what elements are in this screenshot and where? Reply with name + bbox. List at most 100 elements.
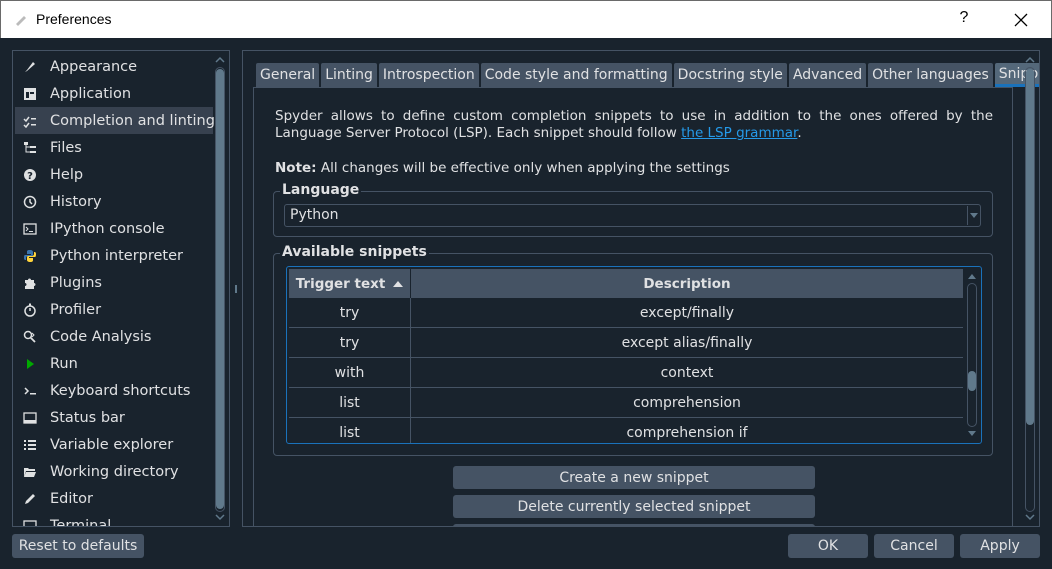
tab-docstring-style[interactable]: Docstring style: [673, 63, 787, 87]
sidebar-item-label: Python interpreter: [50, 247, 183, 264]
status-bar-icon: [23, 411, 37, 425]
scroll-down-icon[interactable]: [215, 513, 225, 521]
tab-introspection[interactable]: Introspection: [378, 63, 479, 87]
sidebar-item-files[interactable]: Files: [15, 134, 213, 161]
tab-other-languages[interactable]: Other languages: [868, 63, 993, 87]
preferences-page: General Linting Introspection Code style…: [242, 50, 1040, 527]
table-row[interactable]: with context: [289, 358, 963, 388]
scroll-thumb[interactable]: [216, 69, 224, 509]
sidebar-item-label: Profiler: [50, 301, 102, 318]
sidebar-item-application[interactable]: Application: [15, 80, 213, 107]
cancel-button[interactable]: Cancel: [874, 534, 954, 558]
scroll-down-icon[interactable]: [1025, 513, 1035, 521]
window-grid-icon: [23, 87, 37, 101]
language-select[interactable]: Python: [284, 204, 981, 227]
sidebar-item-label: Keyboard shortcuts: [50, 382, 191, 399]
column-header-description[interactable]: Description: [411, 269, 963, 298]
scroll-thumb[interactable]: [968, 371, 976, 391]
sidebar-item-label: Files: [50, 139, 82, 156]
apply-button[interactable]: Apply: [960, 534, 1040, 558]
sidebar-item-plugins[interactable]: Plugins: [15, 269, 213, 296]
table-row[interactable]: list comprehension: [289, 388, 963, 418]
sidebar-item-variable-explorer[interactable]: Variable explorer: [15, 431, 213, 458]
sidebar-item-profiler[interactable]: Profiler: [15, 296, 213, 323]
puzzle-icon: [23, 276, 37, 290]
table-scrollbar[interactable]: [965, 269, 979, 441]
sidebar-item-python-interpreter[interactable]: Python interpreter: [15, 242, 213, 269]
scroll-thumb[interactable]: [1026, 69, 1034, 425]
sidebar-item-code-analysis[interactable]: Code Analysis: [15, 323, 213, 350]
tab-linting[interactable]: Linting: [321, 63, 377, 87]
description-cell[interactable]: except/finally: [411, 298, 963, 327]
scroll-up-icon[interactable]: [967, 272, 977, 280]
tab-code-style-and-formatting[interactable]: Code style and formatting: [480, 63, 672, 87]
close-button[interactable]: [1001, 5, 1041, 35]
paintbrush-icon: [23, 60, 37, 74]
scroll-down-icon[interactable]: [967, 430, 977, 438]
sidebar-item-status-bar[interactable]: Status bar: [15, 404, 213, 431]
sidebar-scrollbar[interactable]: [213, 53, 227, 524]
description-cell[interactable]: context: [411, 358, 963, 387]
history-icon: [23, 195, 37, 209]
sidebar-item-history[interactable]: History: [15, 188, 213, 215]
description-cell[interactable]: comprehension if: [411, 418, 963, 443]
delete-snippet-button[interactable]: Delete currently selected snippet: [453, 495, 815, 518]
sidebar-item-run[interactable]: Run: [15, 350, 213, 377]
sidebar-item-label: Editor: [50, 490, 93, 507]
snippets-group-title: Available snippets: [280, 244, 429, 260]
trigger-cell[interactable]: try: [289, 298, 411, 327]
trigger-cell[interactable]: try: [289, 328, 411, 357]
sidebar-item-working-directory[interactable]: Working directory: [15, 458, 213, 485]
sidebar-item-label: Completion and linting: [50, 112, 215, 129]
sidebar-item-label: Status bar: [50, 409, 125, 426]
sidebar-item-ipython-console[interactable]: IPython console: [15, 215, 213, 242]
tab-advanced[interactable]: Advanced: [788, 63, 867, 87]
trigger-cell[interactable]: list: [289, 388, 411, 417]
folder-open-icon: [23, 465, 37, 479]
table-header: Trigger text Description: [289, 269, 963, 298]
python-logo-icon: [23, 249, 37, 263]
page-scrollbar[interactable]: [1023, 53, 1037, 524]
table-body: try except/finally try except alias/fina…: [289, 298, 963, 443]
sidebar-item-appearance[interactable]: Appearance: [15, 53, 213, 80]
sidebar-item-label: Variable explorer: [50, 436, 174, 453]
ok-button[interactable]: OK: [788, 534, 868, 558]
search-code-icon: [23, 330, 37, 344]
snippets-table[interactable]: Trigger text Description try except/fina…: [286, 266, 982, 444]
column-header-trigger-text[interactable]: Trigger text: [289, 269, 411, 298]
table-row[interactable]: try except alias/finally: [289, 328, 963, 358]
sidebar-item-editor[interactable]: Editor: [15, 485, 213, 512]
sidebar-item-keyboard-shortcuts[interactable]: Keyboard shortcuts: [15, 377, 213, 404]
stopwatch-icon: [23, 303, 37, 317]
close-icon: [1014, 13, 1028, 27]
splitter-handle[interactable]: [235, 285, 237, 293]
trigger-cell[interactable]: with: [289, 358, 411, 387]
sidebar-item-completion-and-linting[interactable]: Completion and linting: [15, 107, 215, 134]
table-row[interactable]: try except/finally: [289, 298, 963, 328]
trigger-cell[interactable]: list: [289, 418, 411, 443]
scroll-up-icon[interactable]: [1025, 56, 1035, 64]
sidebar-item-help[interactable]: ? Help: [15, 161, 213, 188]
panel-splitter[interactable]: [232, 50, 240, 527]
dropdown-arrow[interactable]: [967, 206, 979, 225]
create-snippet-button[interactable]: Create a new snippet: [453, 466, 815, 489]
description-cell[interactable]: comprehension: [411, 388, 963, 417]
reset-to-defaults-button[interactable]: Reset to defaults: [12, 534, 144, 558]
language-group-title: Language: [280, 182, 362, 198]
partially-hidden-button[interactable]: [453, 524, 815, 526]
scroll-track[interactable]: [967, 283, 977, 427]
scroll-up-icon[interactable]: [215, 56, 225, 64]
description-cell[interactable]: except alias/finally: [411, 328, 963, 357]
question-circle-icon: ?: [23, 168, 37, 182]
sidebar-item-terminal[interactable]: Terminal: [15, 512, 213, 526]
preferences-sidebar: Appearance Application Completion and li…: [12, 50, 230, 527]
lsp-grammar-link[interactable]: the LSP grammar: [681, 125, 797, 141]
sort-ascending-icon: [393, 280, 404, 287]
help-button[interactable]: ?: [949, 9, 979, 31]
chevron-down-icon: [970, 213, 978, 218]
note-label: Note:: [275, 160, 317, 176]
tab-general[interactable]: General: [256, 63, 320, 87]
table-row[interactable]: list comprehension if: [289, 418, 963, 443]
tab-bar: General Linting Introspection Code style…: [256, 63, 1039, 87]
sidebar-item-label: Help: [50, 166, 84, 183]
